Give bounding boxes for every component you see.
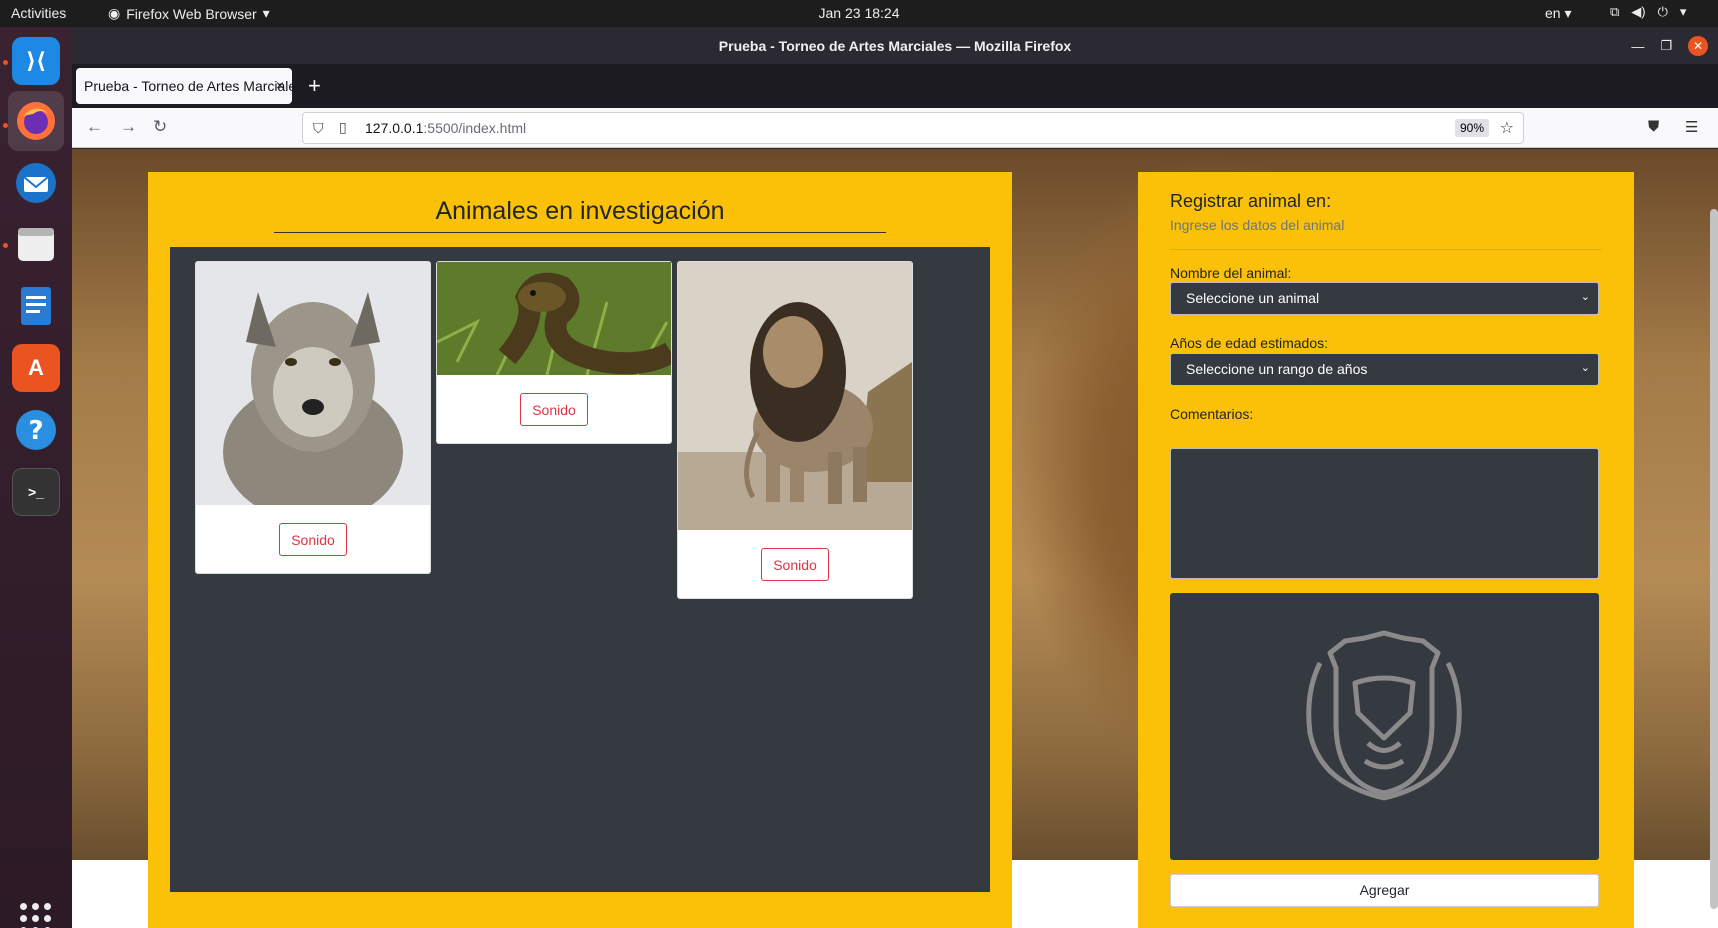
shield-icon[interactable]: ⛉ [313, 120, 324, 137]
tab-active[interactable]: Prueba - Torneo de Artes Marciales × [76, 68, 292, 104]
close-window-icon[interactable]: ✕ [1688, 36, 1708, 56]
chevron-down-icon: ⌄ [1580, 362, 1590, 374]
sound-button[interactable]: Sonido [279, 523, 347, 556]
animal-preview [1170, 593, 1599, 860]
navigation-bar: ← → ↻ ⛉ ▯ 127.0.0.1:5500/index.html 90% … [72, 108, 1718, 148]
url-host: 127.0.0.1 [365, 120, 424, 136]
animal-name-label: Nombre del animal: [1170, 265, 1292, 281]
animals-panel: Animales en investigación Sonido Sonido … [148, 172, 1012, 928]
software-center-icon[interactable]: A [12, 344, 60, 392]
lion-outline-icon [1306, 630, 1462, 801]
pocket-icon[interactable]: ⛊ [1648, 118, 1659, 135]
new-tab-button[interactable]: + [308, 73, 321, 99]
network-icon: ⧉ [1610, 4, 1620, 19]
terminal-icon[interactable]: >_ [12, 468, 60, 516]
writer-icon[interactable] [12, 282, 60, 330]
animals-gallery: Sonido Sonido Sonido [170, 247, 990, 892]
minimize-icon[interactable]: — [1631, 39, 1644, 54]
tab-bar: Prueba - Torneo de Artes Marciales × + [72, 64, 1718, 108]
zoom-badge[interactable]: 90% [1454, 119, 1489, 137]
add-button[interactable]: Agregar [1170, 874, 1599, 907]
sound-button[interactable]: Sonido [761, 548, 829, 581]
language-label: en [1545, 5, 1561, 21]
system-top-bar: Activities ◉ Firefox Web Browser ▾ Jan 2… [0, 0, 1718, 27]
chevron-down-icon: ▾ [1679, 4, 1687, 19]
hamburger-menu-icon[interactable]: ☰ [1685, 118, 1698, 136]
animal-card-snake: Sonido [436, 261, 672, 444]
chevron-down-icon: ⌄ [1580, 291, 1590, 303]
tab-label: Prueba - Torneo de Artes Marciales [84, 78, 292, 94]
chevron-down-icon: ▾ [262, 5, 270, 21]
system-tray[interactable]: ⧉ ◀) ⏻ ▾ [1610, 4, 1686, 20]
forward-icon[interactable]: → [120, 117, 137, 137]
window-titlebar: Prueba - Torneo de Artes Marciales — Moz… [72, 27, 1718, 64]
window-title: Prueba - Torneo de Artes Marciales — Moz… [718, 38, 1072, 54]
age-select-value: Seleccione un rango de años [1186, 361, 1368, 377]
clock[interactable]: Jan 23 18:24 [819, 5, 900, 21]
lion-photo [678, 262, 912, 530]
chevron-down-icon: ▾ [1564, 5, 1572, 21]
reload-icon[interactable]: ↻ [153, 117, 167, 137]
app-menu-label: Firefox Web Browser [126, 5, 257, 22]
url-path: :5500/index.html [423, 120, 527, 136]
thunderbird-icon[interactable] [12, 159, 60, 207]
animal-select[interactable]: Seleccione un animal ⌄ [1170, 282, 1599, 315]
files-icon[interactable] [12, 220, 60, 268]
close-tab-icon[interactable]: × [276, 77, 284, 93]
page-icon[interactable]: ▯ [339, 119, 347, 136]
animal-select-value: Seleccione un animal [1186, 290, 1320, 306]
form-divider [1170, 249, 1602, 250]
web-page: Animales en investigación Sonido Sonido … [72, 149, 1718, 928]
register-form-panel: Registrar animal en: Ingrese los datos d… [1138, 172, 1634, 928]
language-selector[interactable]: en ▾ [1545, 5, 1572, 22]
comments-label: Comentarios: [1170, 406, 1254, 422]
age-select[interactable]: Seleccione un rango de años ⌄ [1170, 353, 1599, 386]
form-subtitle: Ingrese los datos del animal [1170, 217, 1345, 233]
firefox-small-icon: ◉ [108, 5, 121, 21]
restore-icon[interactable]: ❐ [1660, 38, 1672, 54]
heading-divider [274, 232, 886, 233]
firefox-icon[interactable] [8, 91, 64, 151]
form-title: Registrar animal en: [1170, 191, 1332, 211]
show-apps-icon[interactable] [20, 903, 51, 928]
age-label: Años de edad estimados: [1170, 335, 1328, 351]
activities-button[interactable]: Activities [11, 5, 66, 21]
animal-card-lion: Sonido [677, 261, 913, 599]
snake-photo [437, 262, 671, 375]
volume-icon: ◀) [1631, 4, 1646, 19]
wolf-photo [196, 262, 430, 505]
back-icon[interactable]: ← [86, 117, 103, 137]
dock: ⟩⟨ A ? >_ [0, 27, 72, 928]
running-indicator [3, 60, 8, 65]
animal-card-wolf: Sonido [195, 261, 431, 574]
page-scrollbar[interactable] [1710, 209, 1718, 909]
url-bar[interactable]: ⛉ ▯ 127.0.0.1:5500/index.html 90% ☆ [302, 112, 1524, 144]
help-icon[interactable]: ? [12, 406, 60, 454]
url-text[interactable]: 127.0.0.1:5500/index.html [365, 120, 526, 136]
comments-textarea[interactable] [1170, 448, 1599, 579]
app-menu[interactable]: ◉ Firefox Web Browser ▾ [108, 5, 270, 22]
svg-text:?: ? [28, 416, 43, 446]
running-indicator [3, 243, 8, 248]
power-icon: ⏻ [1657, 4, 1668, 19]
vscode-icon[interactable]: ⟩⟨ [12, 37, 60, 85]
panel-heading: Animales en investigación [435, 197, 725, 225]
bookmark-star-icon[interactable]: ☆ [1500, 118, 1514, 138]
sound-button[interactable]: Sonido [520, 393, 588, 426]
